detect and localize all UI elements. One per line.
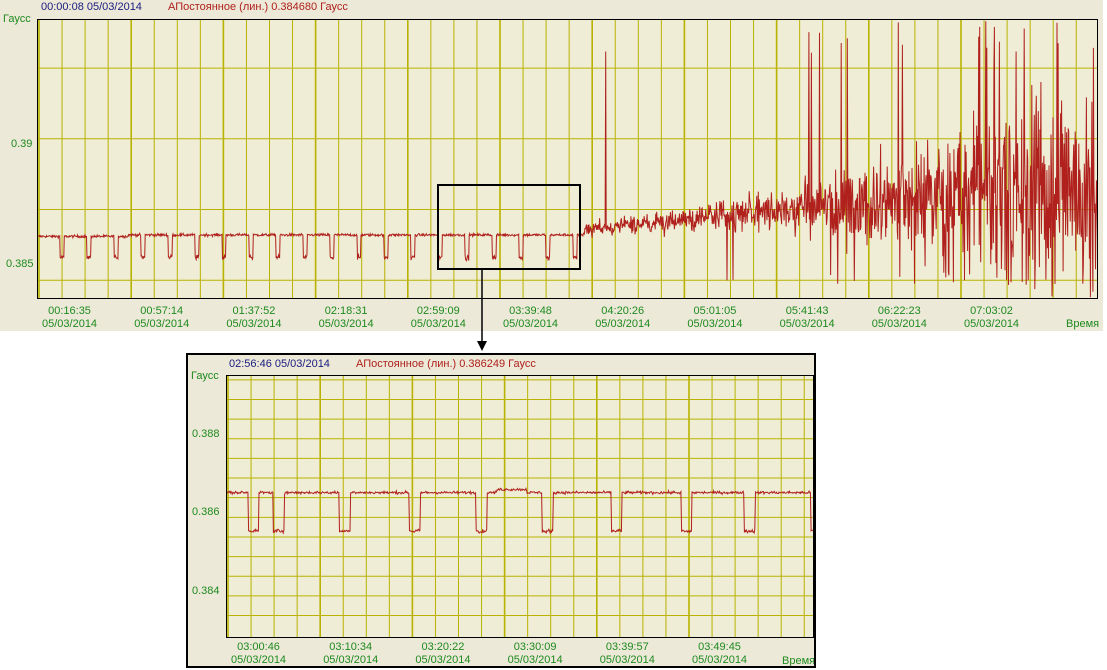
x-tick-label: 03:00:46 05/03/2014 xyxy=(231,641,287,666)
x-tick-label: 01:37:52 05/03/2014 xyxy=(226,305,282,330)
y-axis-label: Гаусс xyxy=(191,370,219,382)
x-tick-label: 03:20:22 05/03/2014 xyxy=(415,641,471,666)
x-tick-label: 03:39:57 05/03/2014 xyxy=(599,641,655,666)
x-tick-label: 00:16:35 05/03/2014 xyxy=(42,305,98,330)
chart-header-time: 02:56:46 05/03/2014 xyxy=(229,358,330,370)
chart-header-time: 00:00:08 05/03/2014 xyxy=(41,1,142,13)
x-tick-label: 05:41:43 05/03/2014 xyxy=(779,305,835,330)
x-tick-label: 03:30:09 05/03/2014 xyxy=(507,641,563,666)
x-axis-label: Время xyxy=(1066,318,1100,330)
y-tick-label: 0.386 xyxy=(192,506,220,518)
x-tick-label: 03:10:34 05/03/2014 xyxy=(323,641,379,666)
x-tick-label: 00:57:14 05/03/2014 xyxy=(134,305,190,330)
y-tick-label: 0.385 xyxy=(6,258,34,270)
x-tick-label: 03:39:48 05/03/2014 xyxy=(503,305,559,330)
y-tick-label: 0.384 xyxy=(192,585,220,597)
zoom-selection-rectangle[interactable] xyxy=(437,184,581,270)
x-tick-label: 02:59:09 05/03/2014 xyxy=(410,305,466,330)
x-tick-label: 06:22:23 05/03/2014 xyxy=(871,305,927,330)
chart-header-series: АПостоянное (лин.) 0.384680 Гаусс xyxy=(168,1,348,13)
x-tick-label: 03:49:45 05/03/2014 xyxy=(692,641,748,666)
y-tick-label: 0.39 xyxy=(11,138,33,150)
x-tick-label: 04:20:26 05/03/2014 xyxy=(595,305,651,330)
y-axis-label: Гаусс xyxy=(3,13,31,25)
zoom-plot-area[interactable] xyxy=(226,375,814,638)
zoom-chart-svg xyxy=(227,376,813,637)
y-tick-label: 0.388 xyxy=(192,428,220,440)
zoom-chart-panel: 02:56:46 05/03/2014 АПостоянное (лин.) 0… xyxy=(186,353,816,668)
series-line xyxy=(227,487,813,535)
x-tick-label: 05:01:05 05/03/2014 xyxy=(687,305,743,330)
chart-header-series: АПостоянное (лин.) 0.386249 Гаусс xyxy=(356,358,536,370)
x-tick-label: 07:03:02 05/03/2014 xyxy=(964,305,1020,330)
x-tick-label: 02:18:31 05/03/2014 xyxy=(318,305,374,330)
x-axis-label: Время xyxy=(782,655,816,667)
overview-chart-panel: 00:00:08 05/03/2014 АПостоянное (лин.) 0… xyxy=(0,0,1103,331)
